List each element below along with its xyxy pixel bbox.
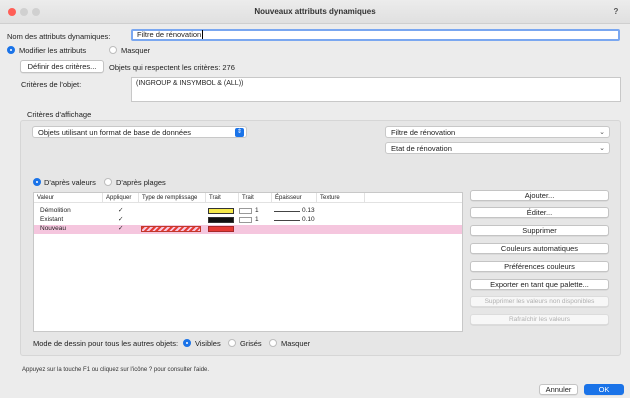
field-select-value: Etat de rénovation bbox=[391, 144, 452, 153]
add-button[interactable]: Ajouter... bbox=[470, 190, 609, 201]
table-row[interactable]: Existant ✓ 1 0.10 bbox=[34, 216, 462, 224]
cancel-button[interactable]: Annuler bbox=[539, 384, 578, 395]
thickness-line-sample bbox=[274, 220, 300, 221]
ok-button[interactable]: OK bbox=[584, 384, 624, 395]
object-criteria-field[interactable]: (INGROUP & INSYMBOL & (ALL)) bbox=[131, 77, 621, 102]
hidden-radio[interactable] bbox=[269, 339, 277, 347]
fill-pattern-swatch[interactable] bbox=[141, 226, 201, 232]
column-header: Valeur bbox=[34, 193, 103, 203]
chevron-down-icon: ⌄ bbox=[599, 129, 605, 136]
name-input[interactable]: Filtre de rénovation bbox=[131, 29, 620, 41]
record-select[interactable]: Filtre de rénovation ⌄ bbox=[385, 126, 610, 138]
column-header: Trait bbox=[206, 193, 239, 203]
table-row-selected[interactable]: Nouveau ✓ bbox=[34, 225, 462, 234]
column-header: Appliquer bbox=[103, 193, 139, 203]
status-bar: Appuyez sur la touche F1 ou cliquez sur … bbox=[0, 364, 630, 376]
by-ranges-label: D'après plages bbox=[116, 178, 166, 187]
column-header: Texture bbox=[317, 193, 365, 203]
mask-label: Masquer bbox=[121, 46, 151, 55]
stroke-count: 1 bbox=[255, 216, 259, 223]
column-header: Type de remplissage bbox=[139, 193, 206, 203]
stroke-count: 1 bbox=[255, 207, 259, 214]
define-criteria-button[interactable]: Définir des critères... bbox=[20, 60, 104, 73]
modify-attributes-radio[interactable] bbox=[7, 46, 15, 54]
table-row[interactable]: Démolition ✓ 1 0.13 bbox=[34, 207, 462, 215]
row-value: Démolition bbox=[40, 207, 71, 214]
visible-radio[interactable] bbox=[183, 339, 191, 347]
stroke-color-swatch[interactable] bbox=[208, 226, 234, 232]
row-value: Nouveau bbox=[40, 225, 67, 232]
row-value: Existant bbox=[40, 216, 64, 223]
row-apply-check[interactable]: ✓ bbox=[118, 225, 123, 233]
by-values-label: D'après valeurs bbox=[44, 178, 96, 187]
greyed-radio[interactable] bbox=[228, 339, 236, 347]
modify-attributes-label: Modifier les attributs bbox=[19, 46, 87, 55]
refresh-values-button[interactable]: Rafraîchir les valeurs bbox=[470, 314, 609, 325]
delete-button[interactable]: Supprimer bbox=[470, 225, 609, 236]
object-criteria-value: (INGROUP & INSYMBOL & (ALL)) bbox=[136, 80, 244, 87]
record-select-value: Filtre de rénovation bbox=[391, 128, 456, 137]
stroke-color-swatch[interactable] bbox=[208, 217, 234, 223]
remove-unavailable-values-button[interactable]: Supprimer les valeurs non disponibles bbox=[470, 296, 609, 307]
status-text: Appuyez sur la touche F1 ou cliquez sur … bbox=[22, 367, 210, 373]
chevron-down-icon: ⌄ bbox=[599, 145, 605, 152]
table-header: Valeur Appliquer Type de remplissage Tra… bbox=[34, 193, 462, 203]
by-ranges-radio[interactable] bbox=[104, 178, 112, 186]
hidden-label: Masquer bbox=[281, 339, 311, 348]
stroke-color-swatch[interactable] bbox=[208, 208, 234, 214]
visible-label: Visibles bbox=[195, 339, 221, 348]
criteria-count: Objets qui respectent les critères: 276 bbox=[109, 63, 235, 72]
title-bar: Nouveaux attributs dynamiques ? bbox=[0, 0, 630, 24]
export-palette-button[interactable]: Exporter en tant que palette... bbox=[470, 279, 609, 290]
stroke-style-swatch[interactable] bbox=[239, 208, 252, 214]
stroke-style-swatch[interactable] bbox=[239, 217, 252, 223]
source-select[interactable]: Objets utilisant un format de base de do… bbox=[32, 126, 247, 138]
row-thickness: 0.10 bbox=[302, 216, 315, 223]
column-header: Trait bbox=[239, 193, 272, 203]
mask-radio[interactable] bbox=[109, 46, 117, 54]
row-thickness: 0.13 bbox=[302, 207, 315, 214]
display-criteria-title: Critères d'affichage bbox=[27, 110, 92, 119]
column-header: Épaisseur bbox=[272, 193, 317, 203]
color-preferences-button[interactable]: Préférences couleurs bbox=[470, 261, 609, 272]
field-select[interactable]: Etat de rénovation ⌄ bbox=[385, 142, 610, 154]
name-input-value: Filtre de rénovation bbox=[137, 30, 202, 39]
chevron-updown-icon: ⇕ bbox=[235, 128, 244, 137]
window-title: Nouveaux attributs dynamiques bbox=[254, 7, 376, 16]
row-apply-check[interactable]: ✓ bbox=[118, 207, 123, 215]
row-apply-check[interactable]: ✓ bbox=[118, 216, 123, 224]
auto-colors-button[interactable]: Couleurs automatiques bbox=[470, 243, 609, 254]
edit-button[interactable]: Éditer... bbox=[470, 207, 609, 218]
help-icon[interactable]: ? bbox=[610, 6, 622, 18]
object-criteria-label: Critères de l'objet: bbox=[21, 80, 82, 89]
thickness-line-sample bbox=[274, 211, 300, 212]
greyed-label: Grisés bbox=[240, 339, 262, 348]
by-values-radio[interactable] bbox=[33, 178, 41, 186]
name-label: Nom des attributs dynamiques: bbox=[7, 32, 111, 41]
draw-mode-label: Mode de dessin pour tous les autres obje… bbox=[33, 339, 179, 348]
values-table[interactable]: Valeur Appliquer Type de remplissage Tra… bbox=[33, 192, 463, 332]
source-select-value: Objets utilisant un format de base de do… bbox=[38, 128, 192, 137]
